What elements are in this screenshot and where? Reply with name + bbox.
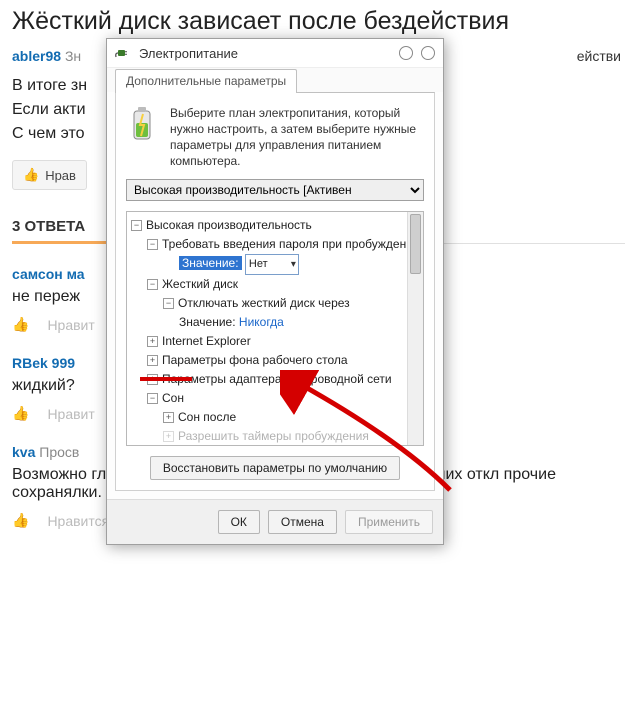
dialog-title: Электропитание: [139, 46, 391, 61]
dialog-tabstrip: Дополнительные параметры: [107, 67, 443, 92]
tree-password-value-row: Значение: Нет: [179, 254, 419, 275]
power-plan-select[interactable]: Высокая производительность [Активен: [126, 179, 424, 201]
password-value-select[interactable]: Нет: [245, 254, 299, 275]
collapse-icon[interactable]: −: [147, 239, 158, 250]
settings-tree: − Высокая производительность − Требовать…: [126, 211, 424, 446]
tree-node-sleep[interactable]: − Сон: [147, 389, 419, 408]
restore-defaults-button[interactable]: Восстановить параметры по умолчанию: [150, 456, 400, 480]
question-author-rank: Зн: [65, 48, 81, 64]
tree-node-password[interactable]: − Требовать введения пароля при пробужде…: [147, 235, 419, 254]
thumb-up-icon[interactable]: 👍: [12, 512, 29, 529]
tree-node-timers[interactable]: + Разрешить таймеры пробуждения: [163, 427, 419, 446]
tree-node-wifi[interactable]: + Параметры адаптера беспроводной сети: [147, 370, 419, 389]
answer-author-link[interactable]: RBek 999: [12, 355, 75, 371]
collapse-icon[interactable]: −: [147, 393, 158, 404]
tree-root-label: Высокая производительность: [146, 216, 312, 235]
cancel-button[interactable]: Отмена: [268, 510, 337, 534]
apply-button[interactable]: Применить: [345, 510, 433, 534]
scrollbar-thumb[interactable]: [410, 214, 421, 274]
answer-author-link[interactable]: kva: [12, 444, 35, 460]
answer-author-link[interactable]: самсон ма: [12, 266, 85, 282]
tree-node-ie[interactable]: + Internet Explorer: [147, 332, 419, 351]
expand-icon[interactable]: +: [147, 355, 158, 366]
answer-like-label[interactable]: Нравится: [47, 513, 109, 529]
dialog-panel: Выберите план электропитания, который ну…: [115, 92, 435, 491]
collapse-icon[interactable]: −: [147, 279, 158, 290]
close-button[interactable]: [421, 46, 435, 60]
tree-desktop-bg-label: Параметры фона рабочего стола: [162, 351, 348, 370]
tab-advanced-settings[interactable]: Дополнительные параметры: [115, 69, 297, 93]
power-plug-icon: [115, 45, 131, 61]
collapse-icon[interactable]: −: [163, 298, 174, 309]
answer-author-rank: Просв: [39, 444, 79, 460]
expand-icon[interactable]: +: [147, 374, 158, 385]
tree-wifi-label: Параметры адаптера беспроводной сети: [162, 370, 392, 389]
ok-button[interactable]: ОК: [218, 510, 260, 534]
tree-hdd-off-label: Отключать жесткий диск через: [178, 294, 350, 313]
battery-icon: [126, 105, 160, 169]
dialog-intro-text: Выберите план электропитания, который ну…: [170, 105, 424, 169]
tree-node-desktop-bg[interactable]: + Параметры фона рабочего стола: [147, 351, 419, 370]
hdd-value[interactable]: Никогда: [239, 315, 284, 329]
expand-icon[interactable]: +: [163, 412, 174, 423]
tree-scrollbar[interactable]: [407, 212, 423, 445]
expand-icon[interactable]: +: [147, 336, 158, 347]
question-author-link[interactable]: abler98: [12, 48, 61, 64]
tree-node-hdd[interactable]: − Жесткий диск: [147, 275, 419, 294]
tree-node-hdd-off[interactable]: − Отключать жесткий диск через: [163, 294, 419, 313]
tree-node-root[interactable]: − Высокая производительность: [131, 216, 419, 235]
tree-timers-label: Разрешить таймеры пробуждения: [178, 427, 369, 446]
dialog-button-bar: ОК Отмена Применить: [107, 499, 443, 544]
tree-node-sleep-after[interactable]: + Сон после: [163, 408, 419, 427]
thumb-up-icon[interactable]: 👍: [12, 405, 29, 422]
answer-like-label[interactable]: Нравит: [47, 317, 94, 333]
tree-sleep-after-label: Сон после: [178, 408, 236, 427]
tree-hdd-value-row: Значение: Никогда: [179, 313, 419, 332]
value-label: Значение:: [179, 256, 242, 270]
question-like-button[interactable]: 👍 Нрав: [12, 160, 87, 190]
tree-password-label: Требовать введения пароля при пробуждени…: [162, 235, 420, 254]
question-title: Жёсткий диск зависает после бездействия: [12, 6, 625, 36]
question-like-label: Нрав: [45, 168, 76, 183]
thumb-up-icon[interactable]: 👍: [12, 316, 29, 333]
tree-sleep-label: Сон: [162, 389, 184, 408]
settings-tree-inner: − Высокая производительность − Требовать…: [127, 212, 423, 446]
power-options-dialog: Электропитание Дополнительные параметры …: [106, 38, 444, 545]
tree-ie-label: Internet Explorer: [162, 332, 251, 351]
dialog-intro: Выберите план электропитания, который ну…: [126, 105, 424, 169]
dialog-titlebar[interactable]: Электропитание: [107, 39, 443, 67]
value-label: Значение:: [179, 315, 236, 329]
minimize-button[interactable]: [399, 46, 413, 60]
expand-icon[interactable]: +: [163, 431, 174, 442]
thumb-up-icon: 👍: [23, 167, 39, 183]
restore-row: Восстановить параметры по умолчанию: [126, 456, 424, 480]
question-trail: ействи: [577, 48, 621, 64]
answer-like-label[interactable]: Нравит: [47, 406, 94, 422]
collapse-icon[interactable]: −: [131, 220, 142, 231]
tree-hdd-label: Жесткий диск: [162, 275, 238, 294]
